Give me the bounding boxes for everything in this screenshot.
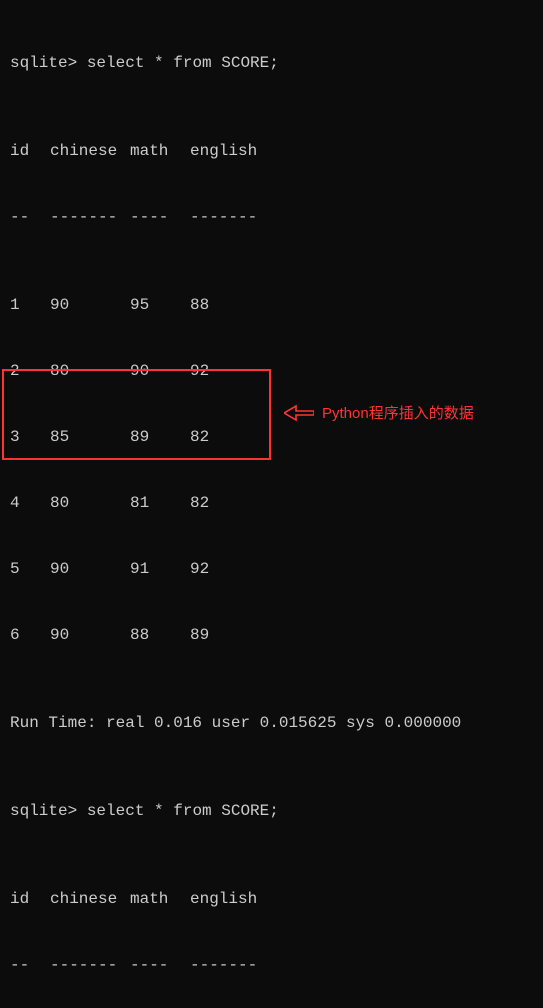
- prompt: sqlite>: [10, 800, 77, 822]
- sep-id: --: [10, 954, 50, 976]
- cell-chinese: 90: [50, 624, 130, 646]
- sep-chinese: -------: [50, 954, 130, 976]
- header-english: english: [190, 140, 270, 162]
- header-english: english: [190, 888, 270, 910]
- separator-row-2: -- ------- ---- -------: [10, 954, 533, 976]
- cell-english: 82: [190, 426, 270, 448]
- cell-id: 6: [10, 624, 50, 646]
- sep-math: ----: [130, 954, 190, 976]
- sql-command-2: select * from SCORE;: [87, 800, 279, 822]
- header-math: math: [130, 888, 190, 910]
- header-id: id: [10, 140, 50, 162]
- cell-english: 88: [190, 294, 270, 316]
- sql-command-1: select * from SCORE;: [87, 52, 279, 74]
- runtime-line-1: Run Time: real 0.016 user 0.015625 sys 0…: [10, 712, 533, 734]
- cell-math: 91: [130, 558, 190, 580]
- cell-english: 82: [190, 492, 270, 514]
- sep-chinese: -------: [50, 206, 130, 228]
- cell-id: 2: [10, 360, 50, 382]
- table-row: 6908889: [10, 624, 533, 646]
- table-row: 3858982: [10, 426, 533, 448]
- cell-id: 1: [10, 294, 50, 316]
- cell-math: 88: [130, 624, 190, 646]
- prompt-line-1: sqlite> select * from SCORE;: [10, 52, 533, 74]
- cell-chinese: 90: [50, 558, 130, 580]
- cell-chinese: 80: [50, 360, 130, 382]
- header-id: id: [10, 888, 50, 910]
- cell-math: 95: [130, 294, 190, 316]
- header-row-2: id chinese math english: [10, 888, 533, 910]
- cell-english: 92: [190, 558, 270, 580]
- cell-math: 89: [130, 426, 190, 448]
- separator-row-1: -- ------- ---- -------: [10, 206, 533, 228]
- prompt-line-2: sqlite> select * from SCORE;: [10, 800, 533, 822]
- header-chinese: chinese: [50, 888, 130, 910]
- cell-id: 4: [10, 492, 50, 514]
- cell-english: 89: [190, 624, 270, 646]
- sep-id: --: [10, 206, 50, 228]
- terminal-output[interactable]: sqlite> select * from SCORE; id chinese …: [10, 8, 533, 1008]
- cell-math: 81: [130, 492, 190, 514]
- cell-chinese: 90: [50, 294, 130, 316]
- cell-chinese: 85: [50, 426, 130, 448]
- cell-math: 90: [130, 360, 190, 382]
- cell-id: 5: [10, 558, 50, 580]
- table-row: 5909192: [10, 558, 533, 580]
- table-row: 1909588: [10, 294, 533, 316]
- cell-english: 92: [190, 360, 270, 382]
- header-chinese: chinese: [50, 140, 130, 162]
- table-row: 4808182: [10, 492, 533, 514]
- prompt: sqlite>: [10, 52, 77, 74]
- sep-english: -------: [190, 206, 270, 228]
- sep-english: -------: [190, 954, 270, 976]
- header-math: math: [130, 140, 190, 162]
- cell-chinese: 80: [50, 492, 130, 514]
- header-row-1: id chinese math english: [10, 140, 533, 162]
- cell-id: 3: [10, 426, 50, 448]
- table-row: 2809092: [10, 360, 533, 382]
- sep-math: ----: [130, 206, 190, 228]
